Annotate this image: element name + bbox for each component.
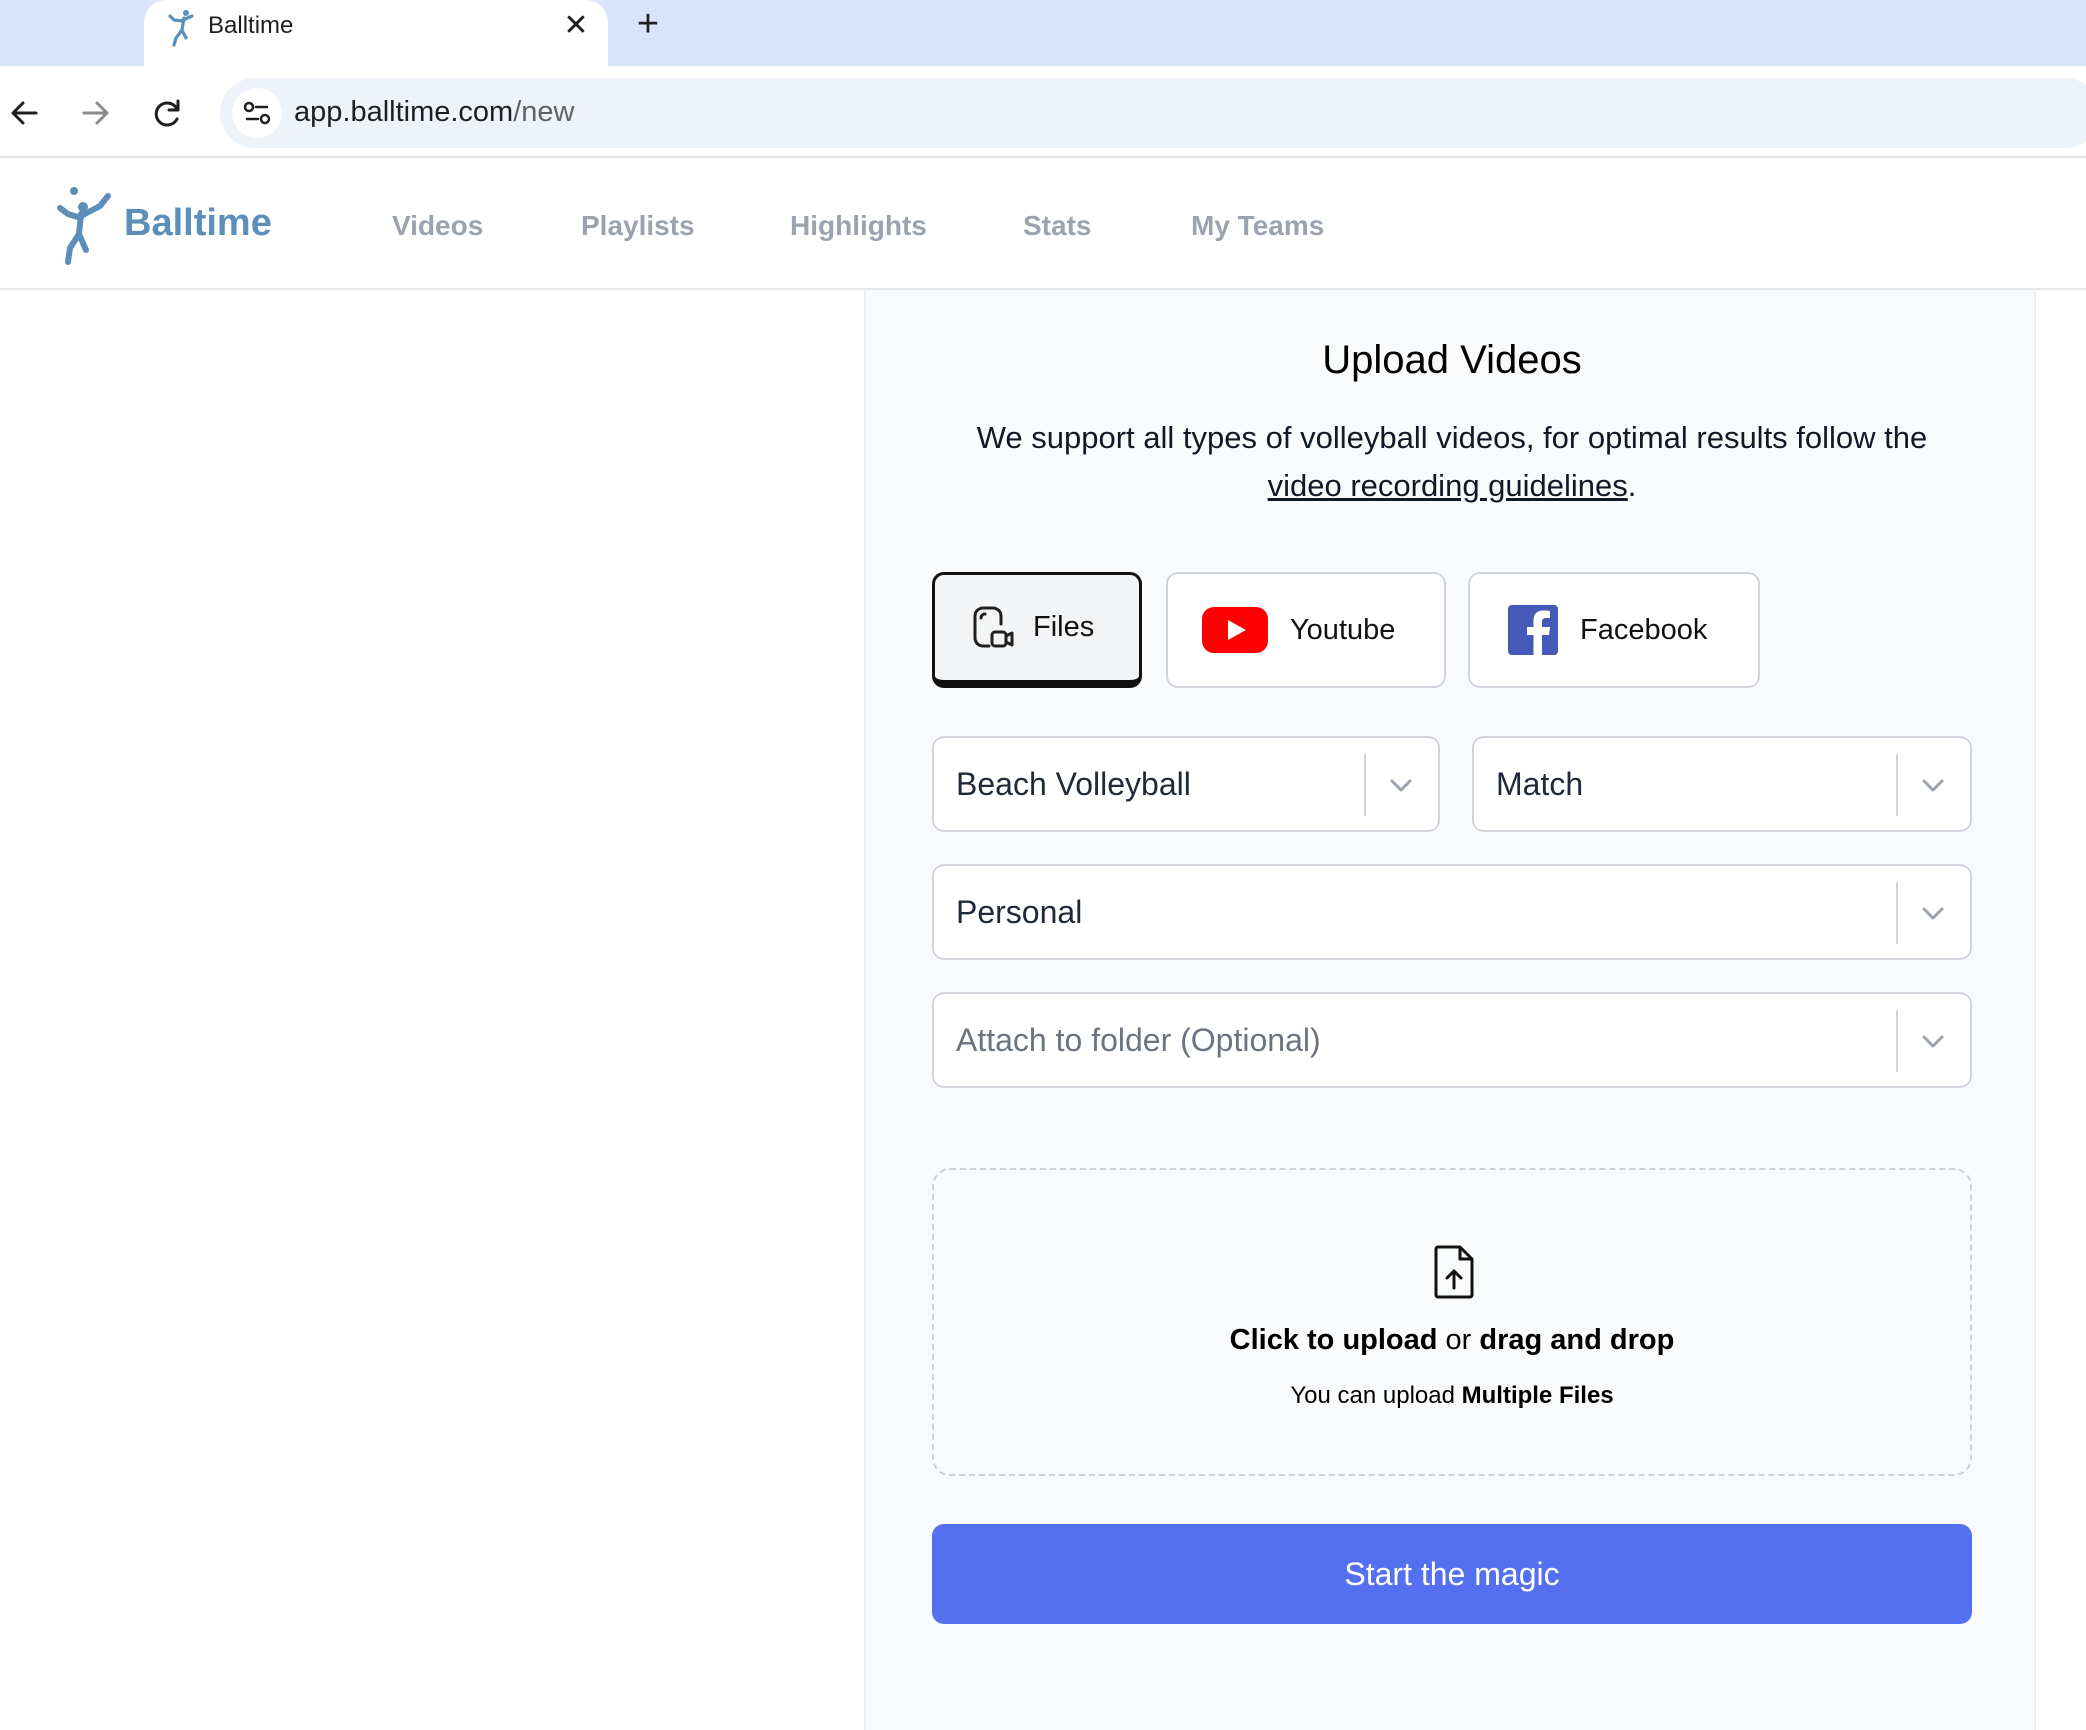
youtube-icon <box>1202 607 1268 653</box>
brand-name[interactable]: Balltime <box>124 202 272 245</box>
type-select-value: Match <box>1496 766 1584 802</box>
browser-tab[interactable]: Balltime ✕ <box>144 0 608 66</box>
chevron-down-icon <box>1390 779 1412 792</box>
folder-select[interactable]: Attach to folder (Optional) <box>932 992 1972 1088</box>
back-button[interactable] <box>0 88 50 138</box>
owner-select[interactable]: Personal <box>932 864 1972 960</box>
dropzone-hint: You can upload Multiple Files <box>934 1382 1970 1410</box>
forward-button[interactable] <box>70 88 120 138</box>
file-upload-icon <box>1434 1245 1474 1299</box>
source-youtube-label: Youtube <box>1290 613 1396 646</box>
balltime-favicon-icon <box>168 10 194 47</box>
site-info-button[interactable] <box>232 88 282 138</box>
app-header: Balltime Videos Playlists Highlights Sta… <box>0 160 2086 290</box>
guidelines-link[interactable]: video recording guidelines <box>1268 468 1628 503</box>
hint-prefix: You can upload <box>1290 1382 1462 1409</box>
new-tab-icon[interactable]: + <box>628 4 668 44</box>
balltime-logo-icon[interactable] <box>50 184 112 266</box>
chevron-down-icon <box>1922 1035 1944 1048</box>
sport-select[interactable]: Beach Volleyball <box>932 736 1440 832</box>
drag-drop-text: drag and drop <box>1479 1324 1675 1356</box>
select-separator <box>1896 754 1898 816</box>
tune-icon <box>243 101 271 125</box>
select-separator <box>1896 1010 1898 1072</box>
facebook-icon <box>1508 605 1558 655</box>
hint-bold: Multiple Files <box>1461 1382 1614 1409</box>
address-bar[interactable]: app.balltime.com/new <box>220 78 2086 148</box>
url-path: /new <box>513 96 575 128</box>
arrow-right-icon <box>82 101 109 125</box>
dropzone-instructions: Click to upload or drag and drop <box>934 1324 1970 1357</box>
type-select[interactable]: Match <box>1472 736 1972 832</box>
chevron-down-icon <box>1922 779 1944 792</box>
reload-button[interactable] <box>142 88 192 138</box>
subtitle-text: We support all types of volleyball video… <box>976 420 1928 455</box>
nav-highlights[interactable]: Highlights <box>790 210 927 242</box>
url-text: app.balltime.com/new <box>294 96 574 129</box>
upload-panel: Upload Videos We support all types of vo… <box>864 290 2036 1730</box>
file-dropzone[interactable]: Click to upload or drag and drop You can… <box>932 1168 1972 1476</box>
nav-stats[interactable]: Stats <box>1023 210 1091 242</box>
tab-title: Balltime <box>208 12 294 39</box>
arrow-left-icon <box>11 101 38 125</box>
browser-tab-strip: Balltime ✕ + <box>0 0 2086 66</box>
source-files-button[interactable]: Files <box>932 572 1142 688</box>
upload-subtitle: We support all types of volleyball video… <box>936 414 1968 510</box>
select-separator <box>1364 754 1366 816</box>
source-youtube-button[interactable]: Youtube <box>1166 572 1446 688</box>
owner-select-value: Personal <box>956 894 1083 930</box>
file-video-icon <box>973 606 1014 647</box>
browser-toolbar: app.balltime.com/new <box>0 66 2086 158</box>
close-tab-icon[interactable]: ✕ <box>558 8 594 44</box>
chevron-down-icon <box>1922 907 1944 920</box>
page-title: Upload Videos <box>1322 338 1582 382</box>
folder-select-placeholder: Attach to folder (Optional) <box>956 1022 1321 1058</box>
source-facebook-button[interactable]: Facebook <box>1468 572 1760 688</box>
nav-videos[interactable]: Videos <box>392 210 483 242</box>
source-files-label: Files <box>1033 611 1095 643</box>
subtitle-end: . <box>1627 468 1637 503</box>
sport-select-value: Beach Volleyball <box>956 766 1191 802</box>
reload-icon <box>154 99 180 127</box>
select-separator <box>1896 882 1898 944</box>
source-facebook-label: Facebook <box>1580 613 1708 646</box>
or-text: or <box>1437 1324 1480 1356</box>
nav-playlists[interactable]: Playlists <box>581 210 695 242</box>
click-to-upload-text: Click to upload <box>1229 1324 1438 1356</box>
url-host: app.balltime.com <box>294 96 514 128</box>
start-magic-button[interactable]: Start the magic <box>932 1524 1972 1624</box>
nav-my-teams[interactable]: My Teams <box>1191 210 1324 242</box>
